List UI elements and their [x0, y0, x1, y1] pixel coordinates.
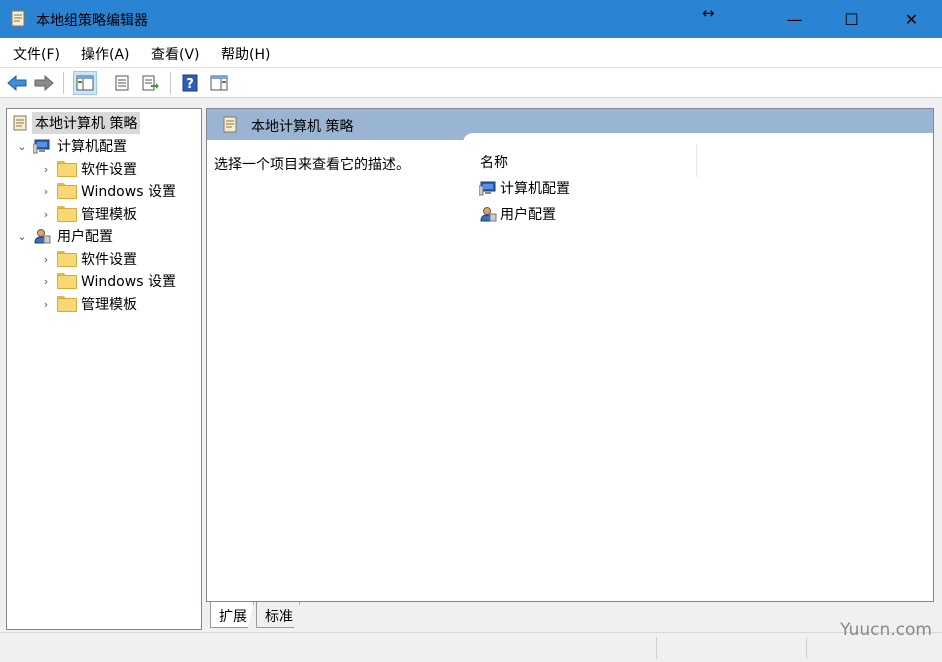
policy-scroll-icon	[13, 115, 27, 131]
view-tabs: 扩展 标准	[206, 602, 934, 630]
chevron-right-icon[interactable]: ›	[39, 275, 53, 288]
show-hide-action-pane-button[interactable]	[207, 71, 231, 95]
tree-item-windows-settings[interactable]: › Windows 设置	[39, 270, 176, 292]
minimize-button[interactable]: —	[765, 0, 824, 38]
tree-item-label: 软件设置	[81, 252, 137, 268]
chevron-right-icon[interactable]: ›	[39, 253, 53, 266]
window-title: 本地组策略编辑器	[36, 13, 148, 29]
status-divider	[656, 637, 657, 659]
tab-standard[interactable]: 标准	[256, 602, 300, 628]
show-hide-tree-icon	[76, 75, 94, 91]
policy-scroll-icon	[223, 116, 237, 133]
tree-item-local-policy[interactable]: 本地计算机 策略	[11, 112, 141, 134]
chevron-right-icon[interactable]: ›	[39, 298, 53, 311]
tree-item-label: 用户配置	[57, 229, 113, 245]
list-item-label: 用户配置	[500, 207, 556, 223]
details-pane: 本地计算机 策略 选择一个项目来查看它的描述。 名称 计算机配置 用户配置	[206, 108, 934, 602]
minimize-icon: —	[786, 9, 803, 29]
computer-config-icon	[479, 181, 496, 196]
chevron-right-icon[interactable]: ›	[39, 185, 53, 198]
show-hide-action-pane-icon	[210, 75, 228, 91]
tree-item-software-settings[interactable]: › 软件设置	[39, 158, 137, 180]
policy-scroll-icon	[11, 10, 25, 27]
list-item-user-config[interactable]: 用户配置	[479, 203, 556, 225]
computer-config-icon	[33, 139, 50, 154]
description-text: 选择一个项目来查看它的描述。	[214, 157, 410, 173]
folder-icon	[57, 161, 77, 177]
help-icon: ?	[182, 74, 198, 92]
svg-text:?: ?	[186, 77, 194, 92]
forward-button[interactable]	[32, 71, 56, 95]
list-item-computer-config[interactable]: 计算机配置	[479, 177, 570, 199]
export-list-icon	[142, 75, 159, 91]
status-bar	[0, 632, 942, 662]
chevron-down-icon[interactable]: ⌄	[15, 230, 29, 243]
menu-file[interactable]: 文件(F)	[13, 44, 60, 64]
tree-item-software-settings[interactable]: › 软件设置	[39, 248, 137, 270]
back-button[interactable]	[5, 71, 29, 95]
menu-help[interactable]: 帮助(H)	[221, 44, 270, 64]
export-list-button[interactable]	[139, 71, 163, 95]
title-bar: 本地组策略编辑器 ↔ — ☐ ✕	[0, 0, 942, 38]
folder-icon	[57, 251, 77, 267]
toolbar-separator	[170, 72, 171, 94]
back-arrow-icon	[7, 75, 27, 91]
tree-item-label: Windows 设置	[81, 274, 176, 290]
properties-button[interactable]	[110, 71, 134, 95]
tree-item-label: Windows 设置	[81, 184, 176, 200]
tree-item-user-config[interactable]: ⌄ 用户配置	[15, 225, 113, 247]
help-button[interactable]: ?	[178, 71, 202, 95]
column-header-name[interactable]: 名称	[480, 152, 508, 172]
maximize-button[interactable]: ☐	[822, 0, 881, 38]
tree-item-computer-config[interactable]: ⌄ 计算机配置	[15, 135, 127, 157]
properties-icon	[115, 75, 129, 91]
status-divider	[806, 637, 807, 659]
tree-item-label: 软件设置	[81, 162, 137, 178]
toolbar: ?	[0, 67, 942, 98]
maximize-icon: ☐	[844, 9, 859, 29]
close-icon: ✕	[904, 9, 919, 29]
watermark: Yuucn.com	[840, 620, 932, 640]
folder-icon	[57, 273, 77, 289]
menu-action[interactable]: 操作(A)	[81, 44, 130, 64]
pane-title: 本地计算机 策略	[251, 119, 354, 135]
folder-icon	[57, 206, 77, 222]
folder-icon	[57, 183, 77, 199]
tree-item-label: 管理模板	[81, 297, 137, 313]
tree-item-label: 管理模板	[81, 207, 137, 223]
chevron-right-icon[interactable]: ›	[39, 208, 53, 221]
menu-bar: 文件(F) 操作(A) 查看(V) 帮助(H)	[0, 38, 942, 67]
tab-extended[interactable]: 扩展	[210, 602, 254, 628]
close-button[interactable]: ✕	[882, 0, 941, 38]
toolbar-separator	[63, 72, 64, 94]
chevron-down-icon[interactable]: ⌄	[15, 140, 29, 153]
folder-icon	[57, 296, 77, 312]
list-item-label: 计算机配置	[500, 181, 570, 197]
column-separator[interactable]	[696, 145, 697, 177]
user-config-icon	[34, 229, 51, 244]
tree-item-windows-settings[interactable]: › Windows 设置	[39, 180, 176, 202]
chevron-right-icon[interactable]: ›	[39, 163, 53, 176]
user-config-icon	[480, 207, 497, 222]
list-card-background	[463, 133, 933, 163]
tree-item-label: 计算机配置	[57, 139, 127, 155]
tree-item-admin-templates[interactable]: › 管理模板	[39, 203, 137, 225]
tree-item-admin-templates[interactable]: › 管理模板	[39, 293, 137, 315]
show-hide-tree-button[interactable]	[73, 71, 97, 95]
forward-arrow-icon	[34, 75, 54, 91]
tree-item-label: 本地计算机 策略	[32, 112, 141, 134]
resize-arrows-icon: ↔	[702, 4, 715, 22]
tree-pane: 本地计算机 策略 ⌄ 计算机配置 › 软件设置 › Windows 设置 › 管…	[6, 108, 202, 630]
menu-view[interactable]: 查看(V)	[151, 44, 200, 64]
